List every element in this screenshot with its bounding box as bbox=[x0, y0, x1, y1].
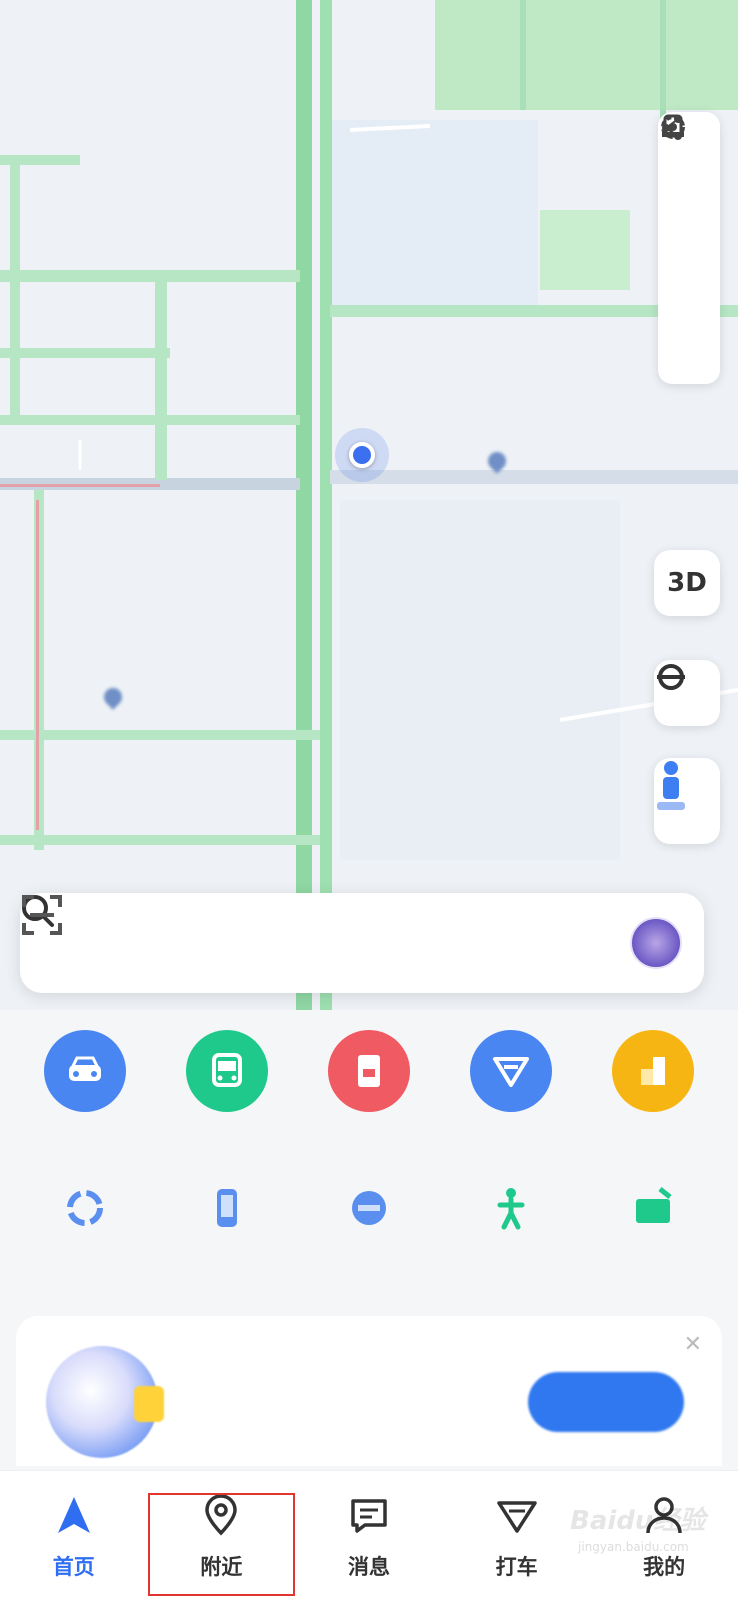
small-action-walk[interactable] bbox=[443, 1180, 579, 1248]
tab-nearby-label: 附近 bbox=[200, 1555, 243, 1579]
refuel-icon bbox=[57, 1180, 113, 1236]
tab-messages[interactable]: 消息 bbox=[295, 1471, 443, 1600]
avatar[interactable] bbox=[630, 917, 682, 969]
hotel-icon bbox=[625, 1180, 681, 1236]
locate-button[interactable] bbox=[654, 660, 720, 726]
car-icon bbox=[44, 1030, 126, 1112]
bus-icon bbox=[186, 1030, 268, 1112]
map-view[interactable]: 3D bbox=[0, 0, 738, 1020]
map-roads bbox=[0, 0, 738, 1020]
phone-icon bbox=[199, 1180, 255, 1236]
tab-taxi[interactable]: 打车 bbox=[443, 1471, 591, 1600]
tab-nearby[interactable]: 附近 bbox=[147, 1493, 296, 1596]
quick-action-ticket[interactable] bbox=[301, 1030, 437, 1130]
taxi-icon bbox=[470, 1030, 552, 1112]
close-icon[interactable]: ✕ bbox=[684, 1332, 702, 1357]
current-location-marker[interactable] bbox=[335, 428, 389, 482]
quick-action-building[interactable] bbox=[585, 1030, 721, 1130]
share-icon bbox=[662, 115, 682, 140]
map-poi-southwest[interactable] bbox=[100, 684, 126, 710]
small-action-phone[interactable] bbox=[159, 1180, 295, 1248]
small-action-refuel[interactable] bbox=[17, 1180, 153, 1248]
scan-icon[interactable] bbox=[20, 893, 64, 937]
3d-toggle-button[interactable]: 3D bbox=[654, 550, 720, 616]
quick-action-drive[interactable] bbox=[17, 1030, 153, 1130]
watermark: Baidu经验 jingyan.baidu.com bbox=[570, 1506, 706, 1554]
navigation-arrow-icon bbox=[57, 1497, 90, 1533]
location-pin-icon bbox=[205, 1494, 238, 1536]
quick-action-bus[interactable] bbox=[159, 1030, 295, 1130]
taxi-ticket-icon bbox=[496, 1501, 537, 1533]
walk-icon bbox=[483, 1180, 539, 1236]
street-view-button[interactable] bbox=[654, 758, 720, 844]
tab-messages-label: 消息 bbox=[347, 1555, 390, 1579]
small-action-hotel[interactable] bbox=[585, 1180, 721, 1248]
secondary-actions-row bbox=[0, 1180, 738, 1248]
primary-actions-row bbox=[0, 1030, 738, 1130]
promo-illustration bbox=[46, 1346, 164, 1458]
tab-home[interactable]: 首页 bbox=[0, 1471, 148, 1600]
crosshair-icon bbox=[657, 664, 685, 690]
quick-action-taxi[interactable] bbox=[443, 1030, 579, 1130]
message-icon bbox=[351, 1499, 387, 1533]
food-icon bbox=[341, 1180, 397, 1236]
map-control-stack bbox=[658, 112, 720, 384]
promo-card[interactable]: ✕ bbox=[16, 1316, 722, 1466]
person-icon bbox=[657, 761, 685, 810]
building-icon bbox=[612, 1030, 694, 1112]
small-action-food[interactable] bbox=[301, 1180, 437, 1248]
tab-home-label: 首页 bbox=[52, 1555, 95, 1579]
map-poi-east[interactable] bbox=[484, 448, 510, 474]
search-bar[interactable] bbox=[20, 893, 704, 993]
ticket-icon bbox=[328, 1030, 410, 1112]
promo-cta-button[interactable] bbox=[528, 1372, 684, 1432]
tab-taxi-label: 打车 bbox=[495, 1555, 538, 1579]
